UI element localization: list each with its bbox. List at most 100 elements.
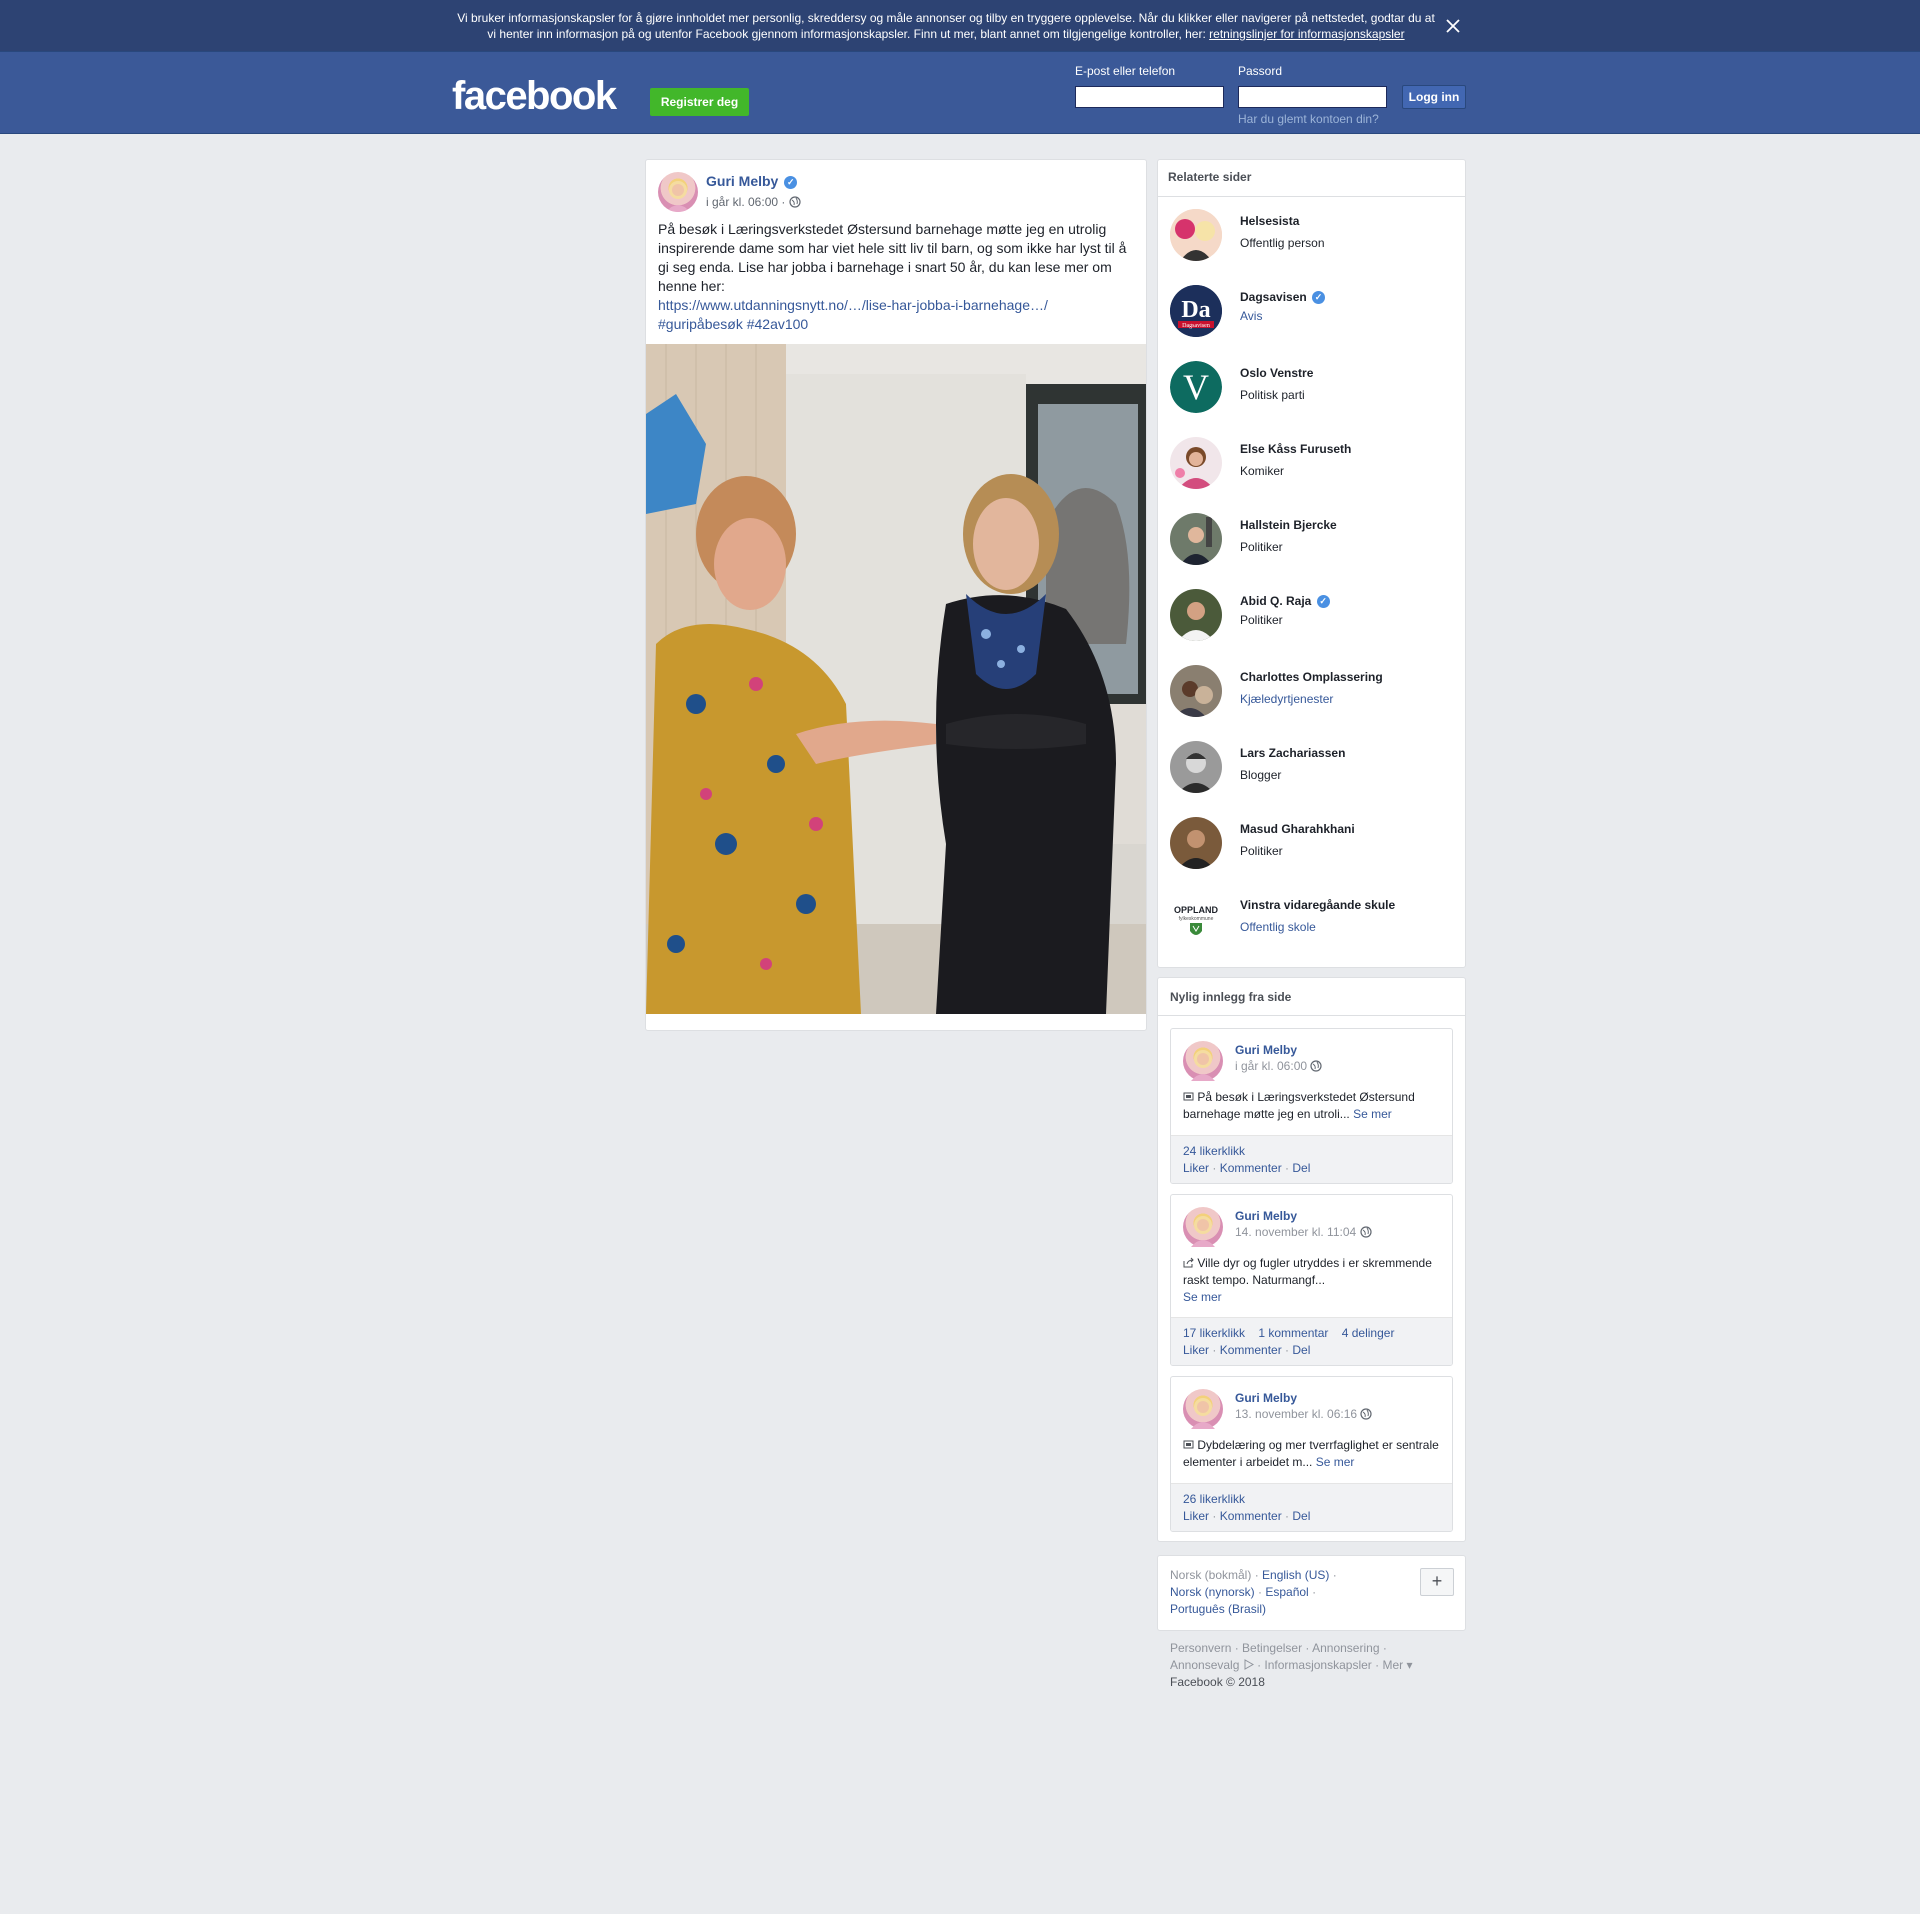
forgot-account-link[interactable]: Har du glemt kontoen din? (1238, 112, 1379, 126)
recent-post-date-text[interactable]: 14. november kl. 11:04 (1235, 1225, 1356, 1239)
page-name[interactable]: Vinstra vidaregåande skule (1240, 898, 1395, 912)
shares-count[interactable]: 4 delinger (1342, 1326, 1395, 1340)
page-avatar[interactable] (1170, 437, 1222, 489)
like-action[interactable]: Liker (1183, 1343, 1209, 1357)
page-name-text[interactable]: Abid Q. Raja (1240, 594, 1311, 608)
comment-action[interactable]: Kommenter (1220, 1509, 1282, 1523)
related-page-item[interactable]: OPPLAND fylkeskommune Vinstra vidaregåand… (1170, 893, 1460, 949)
share-icon (1183, 1256, 1194, 1270)
page-category: Politiker (1240, 540, 1283, 554)
cookie-policy-link[interactable]: retningslinjer for informasjonskapsler (1209, 27, 1404, 41)
related-page-item[interactable]: Lars Zachariassen Blogger (1170, 741, 1460, 797)
page-name[interactable]: Dagsavisen ✓ (1240, 290, 1326, 304)
register-button[interactable]: Registrer deg (650, 88, 749, 116)
related-page-item[interactable]: Else Kåss Furuseth Komiker (1170, 437, 1460, 493)
hashtag-link[interactable]: #42av100 (747, 316, 809, 332)
footer-link[interactable]: Personvern (1170, 1641, 1231, 1655)
page-name[interactable]: Else Kåss Furuseth (1240, 442, 1351, 456)
page-name[interactable]: Helsesista (1240, 214, 1299, 228)
like-action[interactable]: Liker (1183, 1509, 1209, 1523)
recent-post-date-text[interactable]: i går kl. 06:00 (1235, 1059, 1307, 1073)
page-category[interactable]: Kjæledyrtjenester (1240, 692, 1333, 706)
article-link[interactable]: https://www.utdanningsnytt.no/…/lise-har… (658, 297, 1048, 313)
password-field[interactable] (1238, 86, 1387, 108)
verified-icon: ✓ (784, 176, 798, 189)
page-avatar[interactable]: V (1170, 361, 1222, 413)
language-option[interactable]: Português (Brasil) (1170, 1602, 1266, 1616)
recent-post-excerpt: Dybdelæring og mer tverrfaglighet er sen… (1183, 1438, 1439, 1469)
footer-link[interactable]: Informasjonskapsler (1264, 1658, 1371, 1672)
post-author[interactable]: Guri Melby ✓ (706, 173, 798, 189)
author-avatar[interactable] (1183, 1041, 1223, 1081)
login-button[interactable]: Logg inn (1402, 85, 1466, 109)
page-category[interactable]: Offentlig skole (1240, 920, 1316, 934)
language-option[interactable]: Norsk (nynorsk) (1170, 1585, 1255, 1599)
page-avatar[interactable] (1170, 589, 1222, 641)
page-name[interactable]: Oslo Venstre (1240, 366, 1313, 380)
comment-action[interactable]: Kommenter (1220, 1161, 1282, 1175)
author-avatar[interactable] (658, 172, 698, 212)
related-page-item[interactable]: Hallstein Bjercke Politiker (1170, 513, 1460, 569)
author-avatar[interactable] (1183, 1207, 1223, 1247)
page-name[interactable]: Hallstein Bjercke (1240, 518, 1337, 532)
recent-post-date-text[interactable]: 13. november kl. 06:16 (1235, 1407, 1357, 1421)
related-page-item[interactable]: V Oslo Venstre Politisk parti (1170, 361, 1460, 417)
comment-action[interactable]: Kommenter (1220, 1343, 1282, 1357)
language-option[interactable]: Español (1265, 1585, 1308, 1599)
related-page-item[interactable]: Helsesista Offentlig person (1170, 209, 1460, 265)
footer-link[interactable]: Betingelser (1242, 1641, 1302, 1655)
page-avatar[interactable]: Da Dagsavisen (1170, 285, 1222, 337)
language-option[interactable]: English (US) (1262, 1568, 1329, 1582)
recent-post-author[interactable]: Guri Melby (1235, 1391, 1297, 1405)
page-avatar[interactable] (1170, 741, 1222, 793)
page-avatar[interactable] (1170, 209, 1222, 261)
page-avatar[interactable] (1170, 513, 1222, 565)
related-page-item[interactable]: Charlottes Omplassering Kjæledyrtjeneste… (1170, 665, 1460, 721)
related-pages-title: Relaterte sider (1158, 160, 1465, 197)
page-category: Politiker (1240, 844, 1283, 858)
see-more-link[interactable]: Se mer (1353, 1107, 1392, 1121)
likes-count[interactable]: 17 likerklikk (1183, 1326, 1245, 1340)
page-avatar[interactable] (1170, 817, 1222, 869)
email-field[interactable] (1075, 86, 1224, 108)
related-page-item[interactable]: Abid Q. Raja ✓ Politiker (1170, 589, 1460, 645)
recent-posts-title: Nylig innlegg fra side (1158, 978, 1465, 1016)
recent-post-author[interactable]: Guri Melby (1235, 1209, 1297, 1223)
post-photo[interactable] (646, 344, 1146, 1014)
post-text: På besøk i Læringsverkstedet Østersund b… (658, 221, 1127, 294)
likes-count[interactable]: 24 likerklikk (1183, 1144, 1245, 1158)
hashtag-link[interactable]: #guripåbesøk (658, 316, 743, 332)
page-avatar[interactable] (1170, 665, 1222, 717)
recent-post-author[interactable]: Guri Melby (1235, 1043, 1297, 1057)
globe-icon (1359, 1225, 1372, 1239)
share-action[interactable]: Del (1292, 1161, 1310, 1175)
post-author-name[interactable]: Guri Melby (706, 173, 778, 189)
page-avatar[interactable]: OPPLAND fylkeskommune (1170, 893, 1222, 945)
footer-link[interactable]: Mer (1382, 1658, 1403, 1672)
footer-link[interactable]: Annonsevalg (1170, 1658, 1239, 1672)
see-more-link[interactable]: Se mer (1316, 1455, 1355, 1469)
page-name[interactable]: Charlottes Omplassering (1240, 670, 1383, 684)
like-action[interactable]: Liker (1183, 1161, 1209, 1175)
see-more-link[interactable]: Se mer (1183, 1290, 1222, 1304)
venstre-logo-text: V (1183, 367, 1209, 407)
author-avatar[interactable] (1183, 1389, 1223, 1429)
related-page-item[interactable]: Masud Gharahkhani Politiker (1170, 817, 1460, 873)
related-page-item[interactable]: Da Dagsavisen Dagsavisen ✓ Avis (1170, 285, 1460, 341)
footer: Personvern · Betingelser · Annonsering ·… (1170, 1641, 1413, 1689)
comments-count[interactable]: 1 kommentar (1258, 1326, 1328, 1340)
page-name-text[interactable]: Dagsavisen (1240, 290, 1307, 304)
more-languages-button[interactable]: + (1420, 1568, 1454, 1596)
page-name[interactable]: Lars Zachariassen (1240, 746, 1345, 760)
likes-count[interactable]: 26 likerklikk (1183, 1492, 1245, 1506)
share-action[interactable]: Del (1292, 1343, 1310, 1357)
page-category[interactable]: Avis (1240, 309, 1262, 323)
post-time[interactable]: i går kl. 06:00 · (706, 195, 789, 209)
footer-link[interactable]: Annonsering (1312, 1641, 1379, 1655)
share-action[interactable]: Del (1292, 1509, 1310, 1523)
globe-icon (1310, 1059, 1322, 1073)
close-icon[interactable] (1443, 16, 1463, 36)
facebook-logo[interactable]: facebook (452, 76, 617, 116)
page-name[interactable]: Abid Q. Raja ✓ (1240, 594, 1330, 608)
page-name[interactable]: Masud Gharahkhani (1240, 822, 1355, 836)
